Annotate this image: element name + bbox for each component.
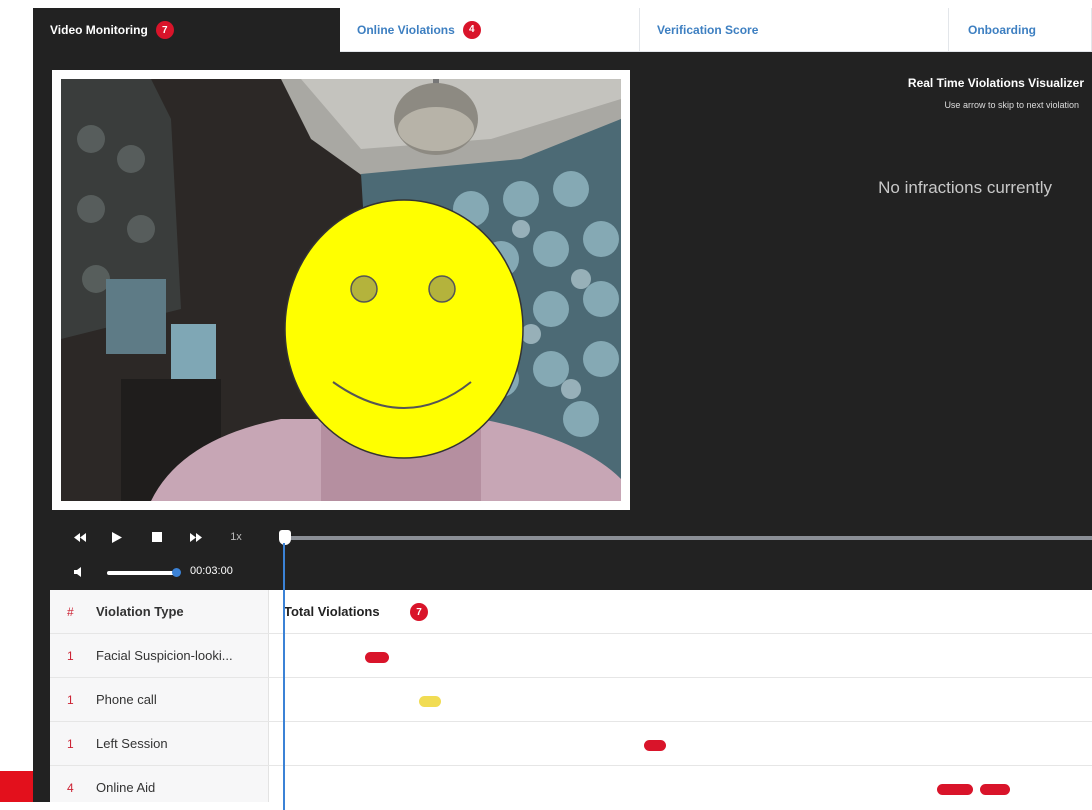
- table-row[interactable]: 4 Online Aid: [50, 766, 1092, 810]
- tab-online-violations[interactable]: Online Violations 4: [340, 8, 640, 52]
- play-button[interactable]: [109, 529, 125, 545]
- stop-icon: [152, 532, 162, 542]
- monitoring-panel: Video Monitoring 7 Online Violations 4 V…: [33, 8, 1092, 810]
- header-num: #: [67, 605, 74, 619]
- visualizer-subtitle: Use arrow to skip to next violation: [944, 100, 1079, 110]
- volume-slider-track[interactable]: [107, 571, 177, 575]
- tab-label: Verification Score: [657, 22, 759, 37]
- tab-bar: Video Monitoring 7 Online Violations 4 V…: [33, 8, 1092, 52]
- video-feed[interactable]: [61, 79, 621, 501]
- rewind-icon: [74, 532, 86, 542]
- total-violations-badge: 7: [410, 603, 428, 621]
- row-violation-type: Left Session: [96, 736, 168, 751]
- tab-label: Video Monitoring: [50, 23, 148, 37]
- row-num: 1: [67, 649, 74, 663]
- violation-marker[interactable]: [365, 652, 389, 663]
- fast-forward-button[interactable]: [188, 529, 204, 545]
- volume-icon: [74, 567, 81, 577]
- play-icon: [112, 531, 122, 543]
- webcam-image: [61, 79, 621, 501]
- tab-badge: 4: [462, 20, 481, 39]
- table-row[interactable]: 1 Facial Suspicion-looki...: [50, 634, 1092, 678]
- violation-marker[interactable]: [937, 784, 973, 795]
- rewind-button[interactable]: [72, 529, 88, 545]
- speed-button[interactable]: 1x: [225, 529, 247, 545]
- row-violation-type: Online Aid: [96, 780, 156, 795]
- row-num: 1: [67, 737, 74, 751]
- tab-onboarding[interactable]: Onboarding: [949, 8, 1092, 52]
- tab-video-monitoring[interactable]: Video Monitoring 7: [33, 8, 340, 52]
- visualizer-empty-message: No infractions currently: [878, 178, 1052, 197]
- violation-marker[interactable]: [419, 696, 441, 707]
- tab-label: Onboarding: [968, 22, 1036, 37]
- volume-slider-knob[interactable]: [172, 568, 181, 577]
- header-total-violations: Total Violations: [284, 604, 380, 619]
- red-corner-tab: [0, 771, 33, 802]
- timeline-scrubber-handle[interactable]: [279, 530, 291, 545]
- row-violation-type: Facial Suspicion-looki...: [96, 648, 233, 663]
- violations-table: # Violation Type Total Violations 7 1 Fa…: [50, 590, 1092, 802]
- tab-verification-score[interactable]: Verification Score: [640, 8, 949, 52]
- table-row[interactable]: 1 Left Session: [50, 722, 1092, 766]
- stop-button[interactable]: [149, 529, 165, 545]
- header-violation-type: Violation Type: [96, 604, 184, 619]
- timeline-scrubber[interactable]: [285, 536, 1092, 540]
- volume-button[interactable]: [72, 565, 88, 579]
- visualizer-title: Real Time Violations Visualizer: [907, 76, 1084, 90]
- fast-forward-icon: [190, 532, 202, 542]
- violation-marker[interactable]: [644, 740, 666, 751]
- playback-time: 00:03:00: [190, 565, 233, 577]
- timeline-playhead: [283, 543, 285, 810]
- tab-label: Online Violations: [357, 22, 455, 37]
- violation-marker[interactable]: [980, 784, 1010, 795]
- row-violation-type: Phone call: [96, 692, 157, 707]
- row-num: 4: [67, 781, 74, 795]
- row-num: 1: [67, 693, 74, 707]
- tab-badge: 7: [155, 21, 174, 39]
- table-row[interactable]: 1 Phone call: [50, 678, 1092, 722]
- table-header: # Violation Type Total Violations 7: [50, 590, 1092, 634]
- video-frame: [52, 70, 630, 510]
